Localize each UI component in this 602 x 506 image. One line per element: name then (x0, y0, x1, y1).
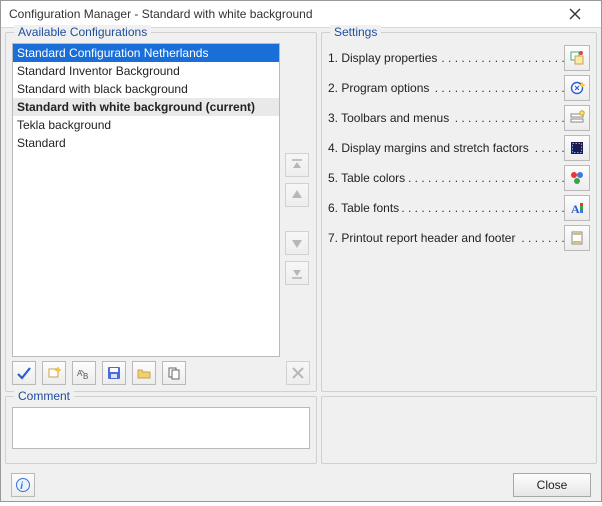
setting-label: 4. Display margins and stretch factors (328, 141, 564, 155)
setting-label: 7. Printout report header and footer (328, 231, 564, 245)
move-top-button[interactable] (285, 153, 309, 177)
configuration-manager-window: Configuration Manager - Standard with wh… (0, 0, 602, 502)
window-close-button[interactable] (555, 1, 595, 27)
setting-row: 2. Program options (328, 73, 590, 103)
list-item[interactable]: Tekla background (13, 116, 279, 134)
svg-text:A: A (571, 202, 580, 216)
comment-title: Comment (14, 389, 74, 403)
new-config-button[interactable] (42, 361, 66, 385)
setting-row: 6. Table fonts A (328, 193, 590, 223)
delete-config-button[interactable] (286, 361, 310, 385)
setting-open-button[interactable]: A (564, 195, 590, 221)
list-item[interactable]: Standard Inventor Background (13, 62, 279, 80)
move-bottom-button[interactable] (285, 261, 309, 285)
open-config-button[interactable] (132, 361, 156, 385)
configurations-list[interactable]: Standard Configuration NetherlandsStanda… (12, 43, 280, 357)
available-configurations-panel: Available Configurations Standard Config… (5, 32, 317, 392)
setting-open-button[interactable] (564, 45, 590, 71)
rename-config-button[interactable]: AB (72, 361, 96, 385)
setting-open-button[interactable] (564, 225, 590, 251)
content-area: Available Configurations Standard Config… (1, 28, 601, 506)
move-down-button[interactable] (285, 231, 309, 255)
setting-row: 3. Toolbars and menus (328, 103, 590, 133)
list-item[interactable]: Standard Configuration Netherlands (13, 44, 279, 62)
setting-label: 5. Table colors (328, 171, 564, 185)
svg-text:i: i (20, 481, 23, 492)
setting-row: 7. Printout report header and footer (328, 223, 590, 253)
setting-row: 5. Table colors (328, 163, 590, 193)
setting-row: 1. Display properties (328, 43, 590, 73)
setting-label: 1. Display properties (328, 51, 564, 65)
list-item[interactable]: Standard with white background (current) (13, 98, 279, 116)
settings-list: 1. Display properties 2. Program options… (328, 43, 590, 385)
reorder-buttons (284, 43, 310, 357)
details-panel (321, 396, 597, 464)
setting-open-button[interactable] (564, 75, 590, 101)
copy-config-button[interactable] (162, 361, 186, 385)
comment-panel: Comment (5, 396, 317, 464)
save-config-button[interactable] (102, 361, 126, 385)
setting-open-button[interactable] (564, 165, 590, 191)
dialog-footer: i Close (5, 468, 597, 502)
apply-button[interactable] (12, 361, 36, 385)
titlebar: Configuration Manager - Standard with wh… (1, 1, 601, 28)
comment-input[interactable] (12, 407, 310, 449)
close-button[interactable]: Close (513, 473, 591, 497)
setting-label: 6. Table fonts (328, 201, 564, 215)
setting-label: 2. Program options (328, 81, 564, 95)
setting-open-button[interactable] (564, 135, 590, 161)
setting-row: 4. Display margins and stretch factors (328, 133, 590, 163)
window-title: Configuration Manager - Standard with wh… (9, 7, 555, 21)
list-item[interactable]: Standard with black background (13, 80, 279, 98)
move-up-button[interactable] (285, 183, 309, 207)
help-button[interactable]: i (11, 473, 35, 497)
settings-panel: Settings 1. Display properties 2. Progra… (321, 32, 597, 392)
config-toolbar: AB (6, 361, 316, 391)
list-item[interactable]: Standard (13, 134, 279, 152)
available-configurations-title: Available Configurations (14, 25, 151, 39)
settings-title: Settings (330, 25, 381, 39)
setting-label: 3. Toolbars and menus (328, 111, 564, 125)
setting-open-button[interactable] (564, 105, 590, 131)
